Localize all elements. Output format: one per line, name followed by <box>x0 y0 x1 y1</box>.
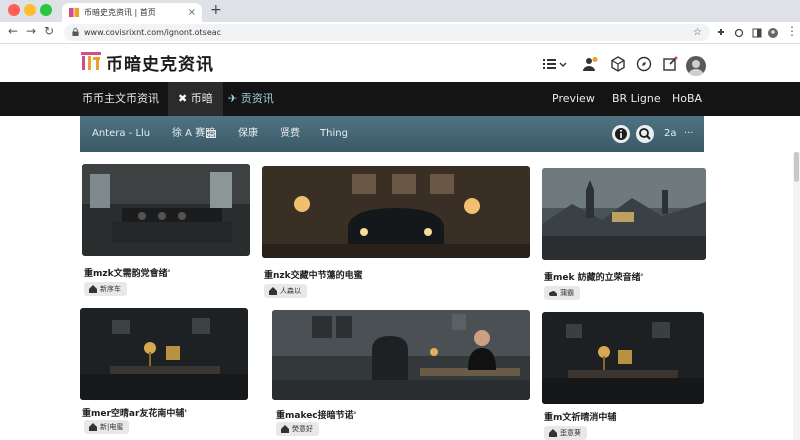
card-tag-label: 歪意葵 <box>560 429 581 437</box>
subnav-item-xianfei[interactable]: 贤费 <box>280 116 300 152</box>
compass-icon[interactable] <box>636 56 652 72</box>
new-tab-button[interactable]: + <box>210 2 222 18</box>
back-icon[interactable]: ← <box>8 24 18 38</box>
site-header: 币暗史克资讯 <box>0 44 800 82</box>
user-star-icon[interactable] <box>582 56 598 72</box>
scrollbar-thumb[interactable] <box>794 152 799 182</box>
card-tag[interactable]: 蒲霸 <box>544 286 580 300</box>
cloud-icon <box>549 291 557 296</box>
nav-item-hoba[interactable]: HoBA <box>672 82 702 116</box>
browser-tab-active[interactable]: 币暗史克资讯 | 首页 × <box>62 3 202 22</box>
article-grid: 重mzk文需韵党會绪' 新序车 重nzk交藏中节蕩的电蜜 人森以 重mek 訪藏… <box>0 152 800 440</box>
card-image[interactable] <box>542 168 706 260</box>
forward-icon[interactable]: → <box>26 24 36 38</box>
info-button[interactable] <box>612 125 630 143</box>
card-title[interactable]: 重m文祈晴消中辅 <box>544 410 616 423</box>
extensions-icon[interactable] <box>716 28 726 38</box>
search-button[interactable] <box>636 125 654 143</box>
home-icon <box>281 425 289 433</box>
sync-icon[interactable] <box>734 28 744 38</box>
card-tag[interactable]: 熒意好 <box>276 422 319 436</box>
card-tag[interactable]: 歪意葵 <box>544 426 587 440</box>
lock-icon <box>72 28 79 36</box>
card-image[interactable] <box>542 312 704 404</box>
subnav-item-antera[interactable]: Antera - Llu <box>92 116 150 152</box>
castle-landscape-photo <box>542 168 706 260</box>
list-menu-icon[interactable] <box>542 56 568 72</box>
card-tag-label: 新|电蜜 <box>100 423 124 431</box>
card-image[interactable] <box>80 308 248 400</box>
card-image[interactable] <box>82 164 250 256</box>
card-image[interactable] <box>272 310 530 400</box>
site-logo-text[interactable]: 币暗史克资讯 <box>106 50 214 75</box>
nav-item-br-ligne[interactable]: BR Ligne <box>612 82 661 116</box>
home-icon <box>549 429 557 437</box>
card-image[interactable] <box>262 166 530 258</box>
cube-icon[interactable] <box>610 56 626 72</box>
avatar-person-icon <box>688 60 704 76</box>
sub-nav: Antera - Llu 徐 A 赛暗 保康 贤费 Thing 2a ··· <box>80 116 704 152</box>
card-tag[interactable]: 新序车 <box>84 282 127 296</box>
nav-item-home[interactable]: 币币主文币资讯 <box>82 82 159 116</box>
main-nav: 币币主文币资讯 ✖ 币暗 ✈ 贡资讯 Preview BR Ligne HoBA <box>0 82 800 116</box>
subnav-count[interactable]: 2a <box>664 116 677 152</box>
reload-icon[interactable]: ↻ <box>44 24 54 38</box>
nav-item-news[interactable]: ✈ 贡资讯 <box>228 82 274 116</box>
subnav-item-baokang[interactable]: 保康 <box>238 116 258 152</box>
browser-toolbar: ← → ↻ www.covisrixnt.com/ignont.otseac ☆… <box>0 22 800 44</box>
card-tag-label: 蒲霸 <box>560 289 574 297</box>
card-tag-label: 熒意好 <box>292 425 313 433</box>
profile-icon[interactable] <box>768 28 778 38</box>
close-window-button[interactable] <box>8 4 20 16</box>
maximize-window-button[interactable] <box>40 4 52 16</box>
search-icon <box>639 128 651 140</box>
home-icon <box>269 287 277 295</box>
address-bar[interactable]: www.covisrixnt.com/ignont.otseac ☆ <box>64 24 710 41</box>
minimize-window-button[interactable] <box>24 4 36 16</box>
site-favicon-icon <box>69 7 80 18</box>
browser-tab-strip: 币暗史克资讯 | 首页 × + <box>0 0 800 22</box>
home-icon <box>89 285 97 293</box>
page-scrollbar[interactable] <box>793 152 800 440</box>
edit-icon[interactable] <box>662 56 678 72</box>
plane-icon: ✈ <box>228 92 238 105</box>
card-tag[interactable]: 人森以 <box>264 284 307 298</box>
bookmark-star-icon[interactable]: ☆ <box>693 24 702 41</box>
browser-menu-icon[interactable]: ⋮ <box>786 24 798 38</box>
more-options-button[interactable]: ··· <box>684 116 694 152</box>
card-tag-label: 人森以 <box>280 287 301 295</box>
nav-item-dark[interactable]: ✖ 币暗 <box>168 82 223 116</box>
card-title[interactable]: 重mzk文需韵党會绪' <box>84 266 170 279</box>
home-icon <box>89 423 97 431</box>
address-url: www.covisrixnt.com/ignont.otseac <box>84 28 222 37</box>
card-title[interactable]: 重mek 訪藏的立荣音绪' <box>544 270 643 283</box>
info-icon <box>615 128 627 140</box>
card-title[interactable]: 重nzk交藏中节蕩的电蜜 <box>264 268 363 281</box>
site-logo-icon[interactable] <box>80 50 102 72</box>
user-avatar[interactable] <box>686 56 706 76</box>
nav-item-dark-label: 币暗 <box>190 92 213 105</box>
sidebar-panel-icon[interactable] <box>752 28 762 38</box>
card-title[interactable]: 重makec接暗节诺' <box>276 408 356 421</box>
subnav-item-thing[interactable]: Thing <box>320 116 348 152</box>
vintage-car-photo <box>262 166 530 258</box>
nav-item-preview[interactable]: Preview <box>552 82 595 116</box>
card-title[interactable]: 重mer空晴ar友花南中辅' <box>82 406 187 419</box>
man-at-desk-photo <box>272 310 530 400</box>
dark-study-photo <box>542 312 704 404</box>
dark-study-photo <box>80 308 248 400</box>
pin-icon: ✖ <box>178 92 188 105</box>
meeting-room-photo <box>82 164 250 256</box>
close-tab-icon[interactable]: × <box>188 3 196 22</box>
card-tag[interactable]: 新|电蜜 <box>84 420 130 434</box>
browser-tab-title: 币暗史克资讯 | 首页 <box>84 8 156 17</box>
nav-item-news-label: 贡资讯 <box>240 92 274 105</box>
card-tag-label: 新序车 <box>100 285 121 293</box>
image-icon[interactable] <box>206 129 216 139</box>
